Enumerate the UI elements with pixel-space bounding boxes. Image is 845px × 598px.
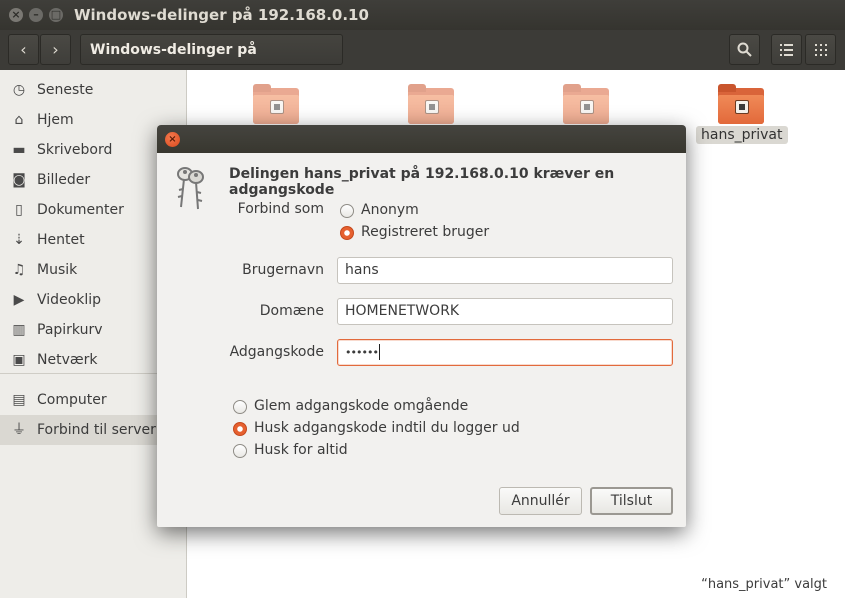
sidebar-item-label: Musik [37,262,78,278]
sidebar-item-label: Hjem [37,112,74,128]
clock-icon: ◷ [12,82,26,98]
sidebar-item-label: Computer [37,392,107,408]
username-label: Brugernavn [242,262,324,278]
sidebar-item-label: Skrivebord [37,142,113,158]
radio-anonym[interactable] [340,204,354,218]
radio-remember-until-logout-label[interactable]: Husk adgangskode indtil du logger ud [254,420,520,436]
keys-icon [177,167,204,210]
video-icon: ▶ [13,292,25,308]
network-share-folder-icon[interactable] [563,84,609,124]
cancel-button[interactable]: Annullér [499,487,582,515]
sidebar-item-label: Seneste [37,82,94,98]
document-icon: ▯ [15,202,23,218]
sidebar-item-label: Papirkurv [37,322,103,338]
camera-icon: ◙ [12,172,26,188]
sidebar-item-label: Dokumenter [37,202,124,218]
sidebar-item-label: Hentet [37,232,85,248]
title-bar: × – □ Windows-delinger på 192.168.0.10 [0,0,845,30]
radio-anonym-label[interactable]: Anonym [361,202,419,218]
radio-remember-forever-label[interactable]: Husk for altid [254,442,348,458]
radio-forget-immediately-label[interactable]: Glem adgangskode omgående [254,398,468,414]
network-icon: ▣ [12,352,26,368]
dialog-title-bar: × [157,125,686,153]
back-button[interactable]: ‹ [8,34,39,65]
sidebar-item-label: Billeder [37,172,91,188]
password-label: Adgangskode [229,344,324,360]
username-field[interactable]: hans [337,257,673,284]
grid-view-icon [814,44,827,56]
dialog-heading: Delingen hans_privat på 192.168.0.10 kræ… [229,166,615,198]
network-share-folder-icon[interactable] [408,84,454,124]
network-share-folder-icon[interactable] [718,84,764,124]
minimize-window-button[interactable]: – [29,8,43,22]
sidebar-item-seneste[interactable]: ◷ Seneste [0,75,186,105]
connect-as-label: Forbind som [237,201,324,217]
folder-label-selected[interactable]: hans_privat [696,126,788,144]
close-icon: × [168,134,177,145]
search-button[interactable] [729,34,760,65]
network-share-folder-icon[interactable] [253,84,299,124]
music-icon: ♫ [12,262,26,278]
dialog-close-button[interactable]: × [165,132,180,147]
home-icon: ⌂ [14,112,24,128]
window-title: Windows-delinger på 192.168.0.10 [74,6,369,24]
computer-icon: ▤ [12,392,26,408]
forward-button[interactable]: › [40,34,71,65]
domain-field[interactable]: HOMENETWORK [337,298,673,325]
sidebar-item-label: Forbind til server [37,422,156,438]
text-caret [378,344,380,360]
search-icon [737,42,752,57]
radio-remember-until-logout[interactable] [233,422,247,436]
trash-icon: ▥ [12,322,26,338]
radio-forget-immediately[interactable] [233,400,247,414]
maximize-window-button[interactable]: □ [49,8,63,22]
header-bar: ‹ › Windows-delinger på 192.168.0.10 [0,30,845,88]
password-field[interactable]: •••••• [337,339,673,366]
password-value: •••••• [345,346,379,359]
sidebar-item-label: Netværk [37,352,98,368]
grid-view-button[interactable] [805,34,836,65]
chevron-right-icon: › [52,40,59,59]
radio-registered-user[interactable] [340,226,354,240]
sidebar-item-label: Videoklip [37,292,101,308]
password-dialog: × Delingen hans_privat på 192.168.0.10 k… [157,125,686,527]
desktop-folder-icon: ▬ [12,142,26,158]
chevron-left-icon: ‹ [20,40,27,59]
status-text: “hans_privat” valgt [701,577,827,592]
domain-label: Domæne [259,303,324,319]
list-view-button[interactable] [771,34,802,65]
download-icon: ⇣ [13,232,25,248]
connect-button[interactable]: Tilslut [590,487,673,515]
server-icon: ⏚ [12,422,26,438]
radio-remember-forever[interactable] [233,444,247,458]
close-window-button[interactable]: × [9,8,23,22]
radio-registered-user-label[interactable]: Registreret bruger [361,224,489,240]
path-bar-location[interactable]: Windows-delinger på 192.168.0.10 [80,34,343,88]
list-view-icon [780,44,793,56]
